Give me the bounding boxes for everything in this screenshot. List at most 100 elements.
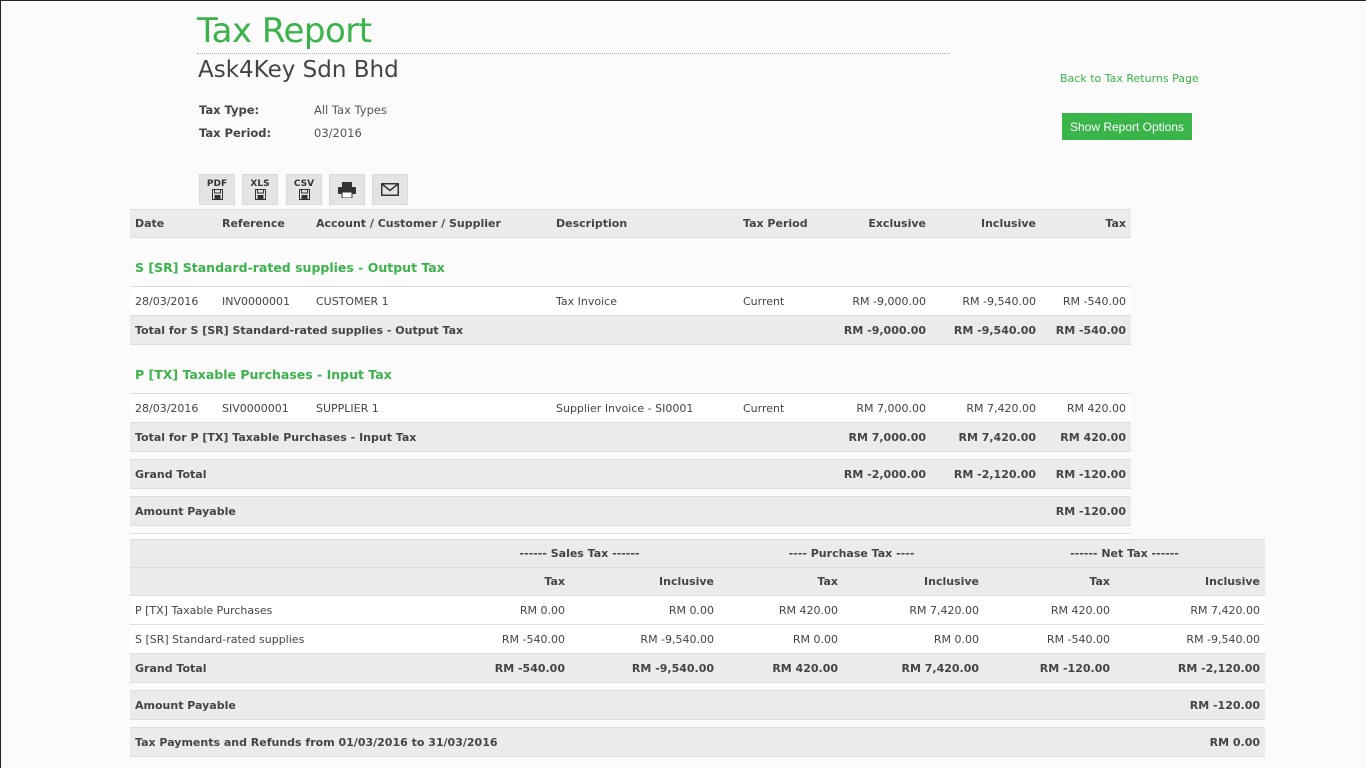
show-report-options-button[interactable]: Show Report Options [1062,113,1192,140]
section-total-tax: RM 420.00 [1041,422,1131,452]
cell-sales-inclusive: RM 0.00 [570,595,720,625]
save-icon [298,189,310,200]
tax-summary-table: ------ Sales Tax ------ ---- Purchase Ta… [130,539,1266,757]
cell-net-tax: RM -540.00 [984,624,1116,654]
company-name: Ask4Key Sdn Bhd [198,57,399,83]
pdf-label: PDF [206,179,228,189]
amount-payable-value: RM -120.00 [1041,496,1131,526]
col-sales-inclusive: Inclusive [570,567,720,596]
grand-total-row: Grand Total RM -2,000.00 RM -2,120.00 RM… [130,459,1131,489]
col-account: Account / Customer / Supplier [311,209,551,238]
grand-total-tax: RM -120.00 [1041,459,1131,489]
summary-grand-total-row: Grand Total RM -540.00 RM -9,540.00 RM 4… [130,653,1266,683]
cell-purchase-inclusive: RM 0.00 [843,624,985,654]
section-total-row: Total for S [SR] Standard-rated supplies… [130,315,1131,345]
tax-period-value: 03/2016 [314,126,362,140]
cell-net-inclusive: RM -2,120.00 [1115,653,1266,683]
print-button[interactable] [329,174,365,205]
section-total-tax: RM -540.00 [1041,315,1131,345]
cell-inclusive: RM 7,420.00 [931,393,1041,423]
csv-label: CSV [293,179,315,189]
cell-exclusive: RM -9,000.00 [828,286,931,316]
xls-label: XLS [250,179,270,189]
cell-purchase-tax: RM 420.00 [719,653,844,683]
summary-group-header: ------ Sales Tax ------ ---- Purchase Ta… [130,539,1266,568]
section-total-inclusive: RM -9,540.00 [931,315,1041,345]
section-total-label: Total for P [TX] Taxable Purchases - Inp… [130,422,828,452]
section-header: P [TX] Taxable Purchases - Input Tax [130,344,1131,394]
email-button[interactable] [372,174,408,205]
cell-inclusive: RM -9,540.00 [931,286,1041,316]
section-title: P [TX] Taxable Purchases - Input Tax [130,344,1131,394]
net-tax-group: ------ Net Tax ------ [984,539,1266,568]
cell-sales-tax: RM -540.00 [440,653,570,683]
table-row[interactable]: 28/03/2016 SIV0000001 SUPPLIER 1 Supplie… [130,393,1131,423]
tax-payments-row: Tax Payments and Refunds from 01/03/2016… [130,727,1266,757]
cell-purchase-inclusive: RM 7,420.00 [843,653,985,683]
cell-tax-code: P [TX] Taxable Purchases [130,595,440,625]
cell-net-inclusive: RM 7,420.00 [1115,595,1266,625]
spacer [130,526,1131,534]
col-net-tax: Tax [984,567,1116,596]
section-header: S [SR] Standard-rated supplies - Output … [130,237,1131,287]
cell-reference: INV0000001 [217,286,311,316]
save-icon [254,189,266,200]
tax-type-value: All Tax Types [314,103,387,117]
cell-reference: SIV0000001 [217,393,311,423]
save-icon [211,189,223,200]
export-pdf-button[interactable]: PDF [199,174,235,205]
spacer [130,683,1265,691]
summary-amount-payable-value: RM -120.00 [1115,690,1266,720]
cell-purchase-tax: RM 0.00 [719,624,844,654]
col-inclusive: Inclusive [931,209,1041,238]
col-date: Date [130,209,217,238]
section-title: S [SR] Standard-rated supplies - Output … [130,237,1131,287]
cell-sales-inclusive: RM -9,540.00 [570,653,720,683]
cell-date: 28/03/2016 [130,286,217,316]
col-reference: Reference [217,209,311,238]
section-total-row: Total for P [TX] Taxable Purchases - Inp… [130,422,1131,452]
cell-sales-inclusive: RM -9,540.00 [570,624,720,654]
summary-amount-payable-row: Amount Payable RM -120.00 [130,690,1266,720]
table-row[interactable]: P [TX] Taxable Purchases RM 0.00 RM 0.00… [130,595,1266,625]
tax-type-label: Tax Type: [199,103,260,117]
col-purchase-tax: Tax [719,567,844,596]
cell-account: SUPPLIER 1 [311,393,551,423]
export-csv-button[interactable]: CSV [286,174,322,205]
section-total-exclusive: RM -9,000.00 [828,315,931,345]
export-xls-button[interactable]: XLS [242,174,278,205]
cell-net-tax: RM 420.00 [984,595,1116,625]
summary-subheader: Tax Inclusive Tax Inclusive Tax Inclusiv… [130,567,1266,596]
cell-sales-tax: RM -540.00 [440,624,570,654]
title-divider [197,53,949,54]
cell-sales-tax: RM 0.00 [440,595,570,625]
printer-icon [338,181,356,198]
cell-exclusive: RM 7,000.00 [828,393,931,423]
table-row[interactable]: 28/03/2016 INV0000001 CUSTOMER 1 Tax Inv… [130,286,1131,316]
grand-total-label: Grand Total [130,459,828,489]
cell-account: CUSTOMER 1 [311,286,551,316]
envelope-icon [381,183,399,196]
amount-payable-label: Amount Payable [130,496,1041,526]
summary-blank [130,567,440,596]
summary-grand-total-label: Grand Total [130,653,440,683]
cell-tax: RM -540.00 [1041,286,1131,316]
page-title: Tax Report [197,11,372,51]
spacer [130,489,1131,497]
col-tax-period: Tax Period [738,209,828,238]
purchase-tax-group: ---- Purchase Tax ---- [719,539,985,568]
cell-net-inclusive: RM -9,540.00 [1115,624,1266,654]
back-to-tax-returns-link[interactable]: Back to Tax Returns Page [1060,72,1199,85]
summary-amount-payable-label: Amount Payable [130,690,1116,720]
tax-period-label: Tax Period: [199,126,272,140]
spacer [130,452,1131,460]
cell-tax-code: S [SR] Standard-rated supplies [130,624,440,654]
cell-purchase-inclusive: RM 7,420.00 [843,595,985,625]
cell-net-tax: RM -120.00 [984,653,1116,683]
summary-blank [130,539,440,568]
table-row[interactable]: S [SR] Standard-rated supplies RM -540.0… [130,624,1266,654]
cell-date: 28/03/2016 [130,393,217,423]
col-purchase-inclusive: Inclusive [843,567,985,596]
col-net-inclusive: Inclusive [1115,567,1266,596]
cell-purchase-tax: RM 420.00 [719,595,844,625]
